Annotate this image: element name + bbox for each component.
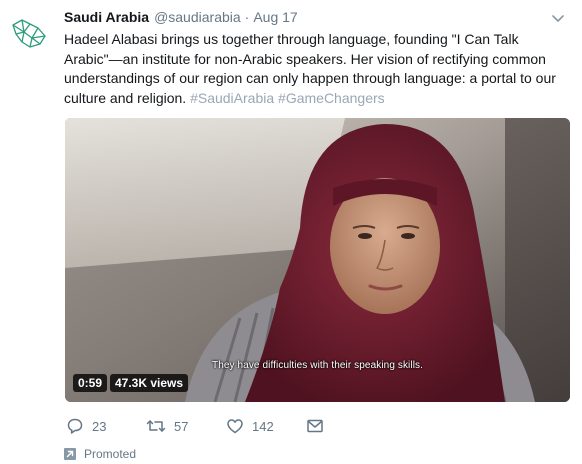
retweet-button[interactable]: 57 — [146, 416, 188, 436]
hashtag-link[interactable]: #GameChangers — [278, 90, 385, 106]
saudi-map-logo-icon — [12, 19, 46, 48]
retweet-icon — [146, 420, 166, 432]
video-views-badge: 47.3K views — [110, 374, 189, 392]
separator-dot: · — [244, 9, 250, 25]
tweet-timestamp[interactable]: Aug 17 — [253, 9, 297, 25]
like-button[interactable]: 142 — [226, 416, 274, 436]
chevron-down-icon — [552, 15, 564, 22]
direct-message-button[interactable] — [306, 416, 324, 436]
display-name[interactable]: Saudi Arabia — [64, 9, 149, 25]
user-handle[interactable]: @saudiarabia — [154, 9, 241, 25]
like-count: 142 — [252, 418, 274, 434]
video-duration-badge: 0:59 — [73, 374, 108, 392]
tweet-text: Hadeel Alabasi brings us together throug… — [64, 30, 564, 108]
tweet-header: Saudi Arabia @saudiarabia · Aug 17 — [64, 9, 298, 27]
retweet-count: 57 — [174, 418, 189, 434]
envelope-icon — [307, 419, 323, 433]
promoted-indicator[interactable]: Promoted — [64, 447, 136, 461]
video-player[interactable]: They have difficulties with their speaki… — [65, 118, 570, 402]
promoted-arrow-icon — [64, 448, 76, 460]
promoted-label: Promoted — [84, 447, 137, 461]
reply-icon — [67, 418, 83, 434]
reply-button[interactable]: 23 — [66, 416, 106, 436]
avatar[interactable] — [10, 16, 48, 50]
hashtag-link[interactable]: #SaudiArabia — [190, 90, 274, 106]
heart-icon — [227, 419, 243, 434]
video-subtitle: They have difficulties with their speaki… — [211, 360, 424, 371]
reply-count: 23 — [92, 418, 107, 434]
more-options-button[interactable] — [551, 11, 565, 22]
